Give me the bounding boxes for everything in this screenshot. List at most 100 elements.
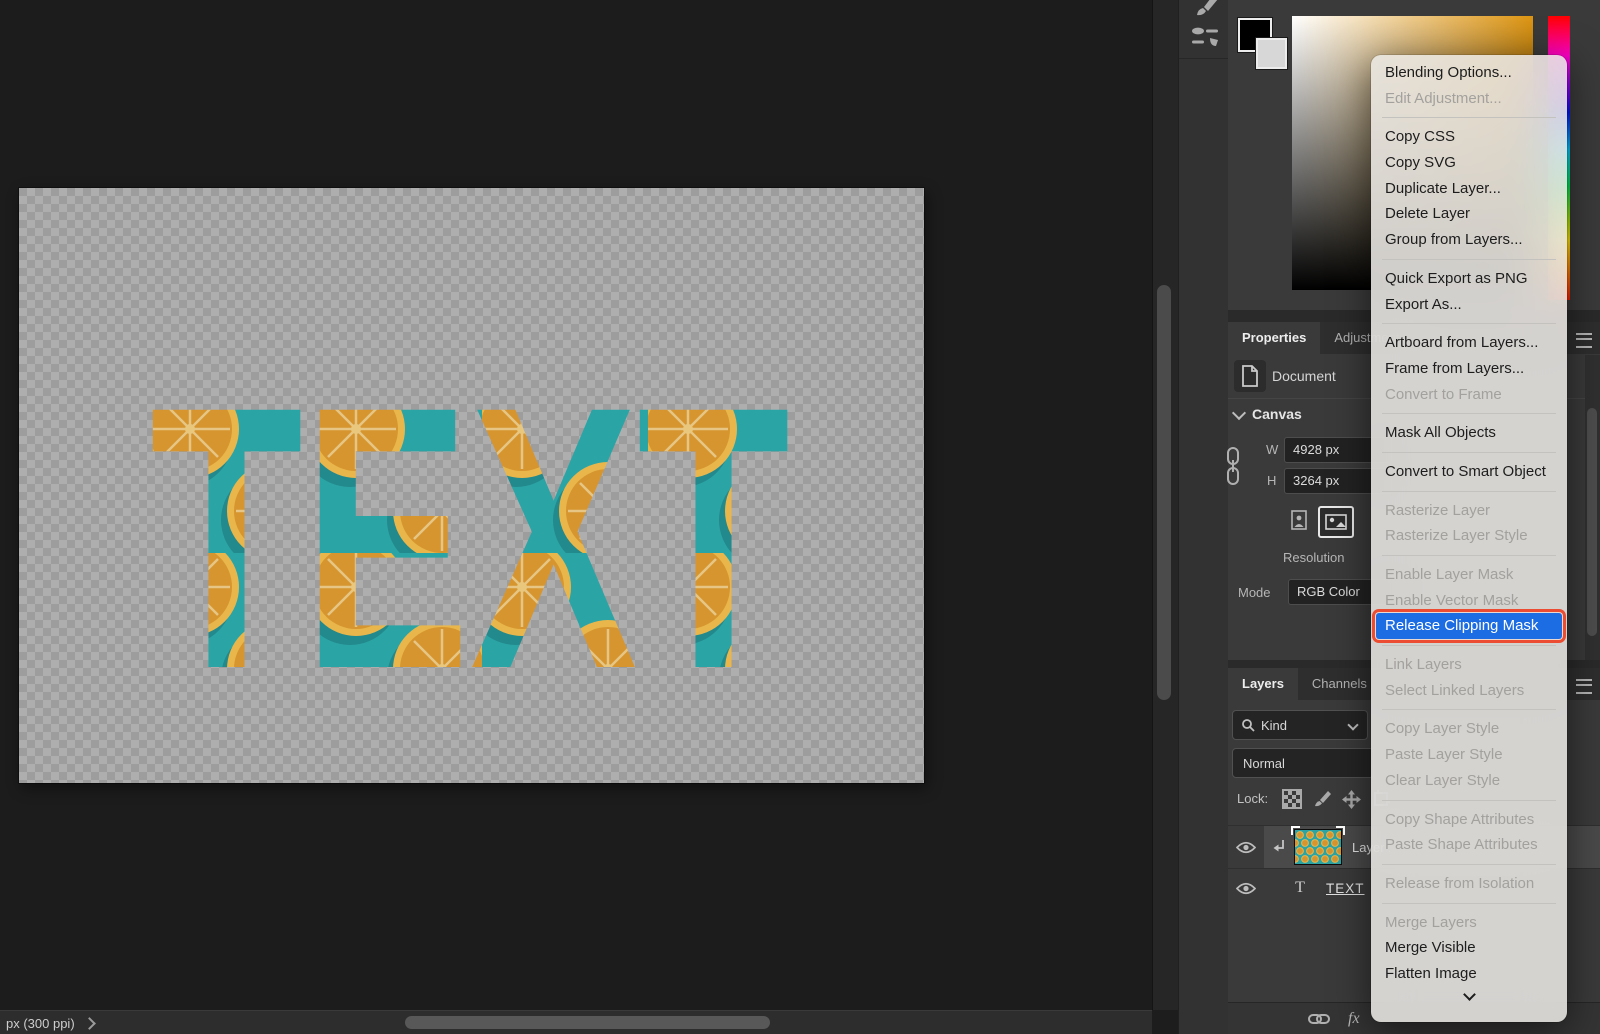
- layer-context-menu: Blending Options... Edit Adjustment... C…: [1371, 55, 1567, 1022]
- brush-icon[interactable]: [1190, 0, 1218, 20]
- menu-item-release-from-isolation: Release from Isolation: [1371, 871, 1567, 897]
- menu-item-delete-layer[interactable]: Delete Layer: [1371, 201, 1567, 227]
- menu-item-paste-shape-attributes: Paste Shape Attributes: [1371, 832, 1567, 858]
- search-icon: [1241, 718, 1255, 732]
- menu-item-select-linked-layers: Select Linked Layers: [1371, 678, 1567, 704]
- chevron-down-icon: [1347, 719, 1358, 730]
- menu-separator: [1382, 709, 1556, 710]
- properties-panel-menu-icon[interactable]: [1576, 333, 1592, 348]
- menu-separator: [1382, 645, 1556, 646]
- lock-transparency-icon[interactable]: [1282, 789, 1302, 809]
- layers-panel-menu-icon[interactable]: [1576, 679, 1592, 694]
- menu-item-convert-to-frame: Convert to Frame: [1371, 382, 1567, 408]
- blend-mode-dropdown[interactable]: Normal: [1232, 748, 1374, 778]
- menu-item-enable-layer-mask: Enable Layer Mask: [1371, 562, 1567, 588]
- menu-item-clear-layer-style: Clear Layer Style: [1371, 768, 1567, 794]
- landscape-orientation-button[interactable]: [1318, 506, 1354, 538]
- background-color-swatch[interactable]: [1256, 38, 1287, 69]
- menu-item-export-as[interactable]: Export As...: [1371, 292, 1567, 318]
- menu-item-rasterize-layer: Rasterize Layer: [1371, 498, 1567, 524]
- visibility-eye-icon[interactable]: [1236, 841, 1256, 854]
- canvas-section-chevron-icon[interactable]: [1232, 406, 1246, 420]
- horizontal-scrollbar-thumb[interactable]: [405, 1016, 770, 1029]
- tab-properties[interactable]: Properties: [1228, 322, 1320, 354]
- filter-kind-dropdown[interactable]: Kind: [1232, 710, 1368, 740]
- menu-item-enable-vector-mask: Enable Vector Mask: [1371, 588, 1567, 614]
- visibility-eye-icon[interactable]: [1236, 882, 1256, 895]
- menu-separator: [1382, 491, 1556, 492]
- eye-cell[interactable]: [1228, 841, 1264, 854]
- lock-label: Lock:: [1237, 791, 1268, 806]
- menu-separator: [1382, 259, 1556, 260]
- properties-scrollbar-thumb[interactable]: [1587, 408, 1597, 636]
- document-canvas[interactable]: TEXT: [19, 188, 924, 783]
- chevron-down-icon: [1463, 988, 1476, 1001]
- menu-item-flatten-image[interactable]: Flatten Image: [1371, 961, 1567, 987]
- menu-item-release-clipping-mask[interactable]: Release Clipping Mask: [1376, 613, 1562, 639]
- panel-dock: [1178, 0, 1229, 1034]
- brush-settings-icon[interactable]: [1190, 24, 1220, 50]
- menu-item-artboard-from-layers[interactable]: Artboard from Layers...: [1371, 330, 1567, 356]
- document-label: Document: [1272, 368, 1336, 384]
- dock-divider: [1179, 58, 1228, 59]
- width-label: W: [1266, 442, 1278, 457]
- layer-name[interactable]: TEXT: [1326, 881, 1365, 896]
- menu-item-merge-visible[interactable]: Merge Visible: [1371, 935, 1567, 961]
- vertical-scrollbar-thumb[interactable]: [1157, 285, 1171, 700]
- canvas-area[interactable]: TEXT: [0, 0, 1152, 1010]
- menu-item-copy-svg[interactable]: Copy SVG: [1371, 150, 1567, 176]
- lock-paint-icon[interactable]: [1313, 790, 1331, 808]
- clipping-mask-arrow-icon: [1272, 839, 1286, 855]
- menu-separator: [1382, 413, 1556, 414]
- canvas-section-label: Canvas: [1252, 406, 1302, 422]
- document-icon: [1241, 365, 1259, 387]
- menu-separator: [1382, 555, 1556, 556]
- menu-separator: [1382, 323, 1556, 324]
- status-text: px (300 ppi): [6, 1016, 75, 1031]
- tab-channels[interactable]: Channels: [1298, 668, 1381, 700]
- menu-item-copy-css[interactable]: Copy CSS: [1371, 124, 1567, 150]
- mode-label: Mode: [1238, 585, 1271, 600]
- height-label: H: [1267, 473, 1276, 488]
- menu-item-convert-to-smart-object[interactable]: Convert to Smart Object: [1371, 459, 1567, 485]
- menu-item-group-from-layers[interactable]: Group from Layers...: [1371, 227, 1567, 253]
- menu-item-copy-shape-attributes: Copy Shape Attributes: [1371, 807, 1567, 833]
- menu-item-blending-options[interactable]: Blending Options...: [1371, 60, 1567, 86]
- portrait-icon: [1291, 510, 1307, 530]
- menu-item-paste-layer-style: Paste Layer Style: [1371, 742, 1567, 768]
- resolution-label: Resolution: [1283, 550, 1371, 565]
- layer-style-fx-icon[interactable]: fx: [1348, 1010, 1360, 1028]
- status-chevron-icon[interactable]: [83, 1017, 96, 1030]
- text-layer-thumbnail-glyph[interactable]: T: [1290, 879, 1310, 897]
- menu-separator: [1382, 800, 1556, 801]
- tab-layers[interactable]: Layers: [1228, 668, 1298, 700]
- eye-cell[interactable]: [1228, 882, 1264, 895]
- menu-scroll-down[interactable]: [1371, 989, 1567, 1005]
- menu-item-link-layers: Link Layers: [1371, 652, 1567, 678]
- menu-item-frame-from-layers[interactable]: Frame from Layers...: [1371, 356, 1567, 382]
- menu-item-copy-layer-style: Copy Layer Style: [1371, 716, 1567, 742]
- menu-separator: [1382, 117, 1556, 118]
- menu-item-mask-all-objects[interactable]: Mask All Objects: [1371, 420, 1567, 446]
- link-dimensions-icon[interactable]: [1222, 446, 1244, 486]
- menu-item-merge-layers: Merge Layers: [1371, 910, 1567, 936]
- blend-mode-value: Normal: [1243, 756, 1285, 771]
- menu-separator: [1382, 864, 1556, 865]
- svg-text:TEXT: TEXT: [150, 395, 790, 670]
- menu-separator: [1382, 903, 1556, 904]
- menu-item-rasterize-layer-style: Rasterize Layer Style: [1371, 523, 1567, 549]
- menu-item-edit-adjustment: Edit Adjustment...: [1371, 86, 1567, 112]
- portrait-orientation-button[interactable]: [1286, 506, 1312, 534]
- menu-separator: [1382, 452, 1556, 453]
- document-type-icon-box: [1234, 360, 1266, 392]
- landscape-icon: [1325, 514, 1347, 530]
- menu-item-quick-export-png[interactable]: Quick Export as PNG: [1371, 266, 1567, 292]
- link-layers-icon[interactable]: [1308, 1013, 1330, 1025]
- layer-thumbnail-image: [1295, 830, 1341, 864]
- lock-position-icon[interactable]: [1342, 790, 1361, 809]
- layer-thumbnail[interactable]: [1294, 829, 1342, 865]
- menu-item-duplicate-layer[interactable]: Duplicate Layer...: [1371, 176, 1567, 202]
- photoshop-window: TEXT px (300 ppi) Properti: [0, 0, 1600, 1034]
- text-artwork: TEXT: [150, 395, 792, 670]
- filter-kind-value: Kind: [1261, 718, 1287, 733]
